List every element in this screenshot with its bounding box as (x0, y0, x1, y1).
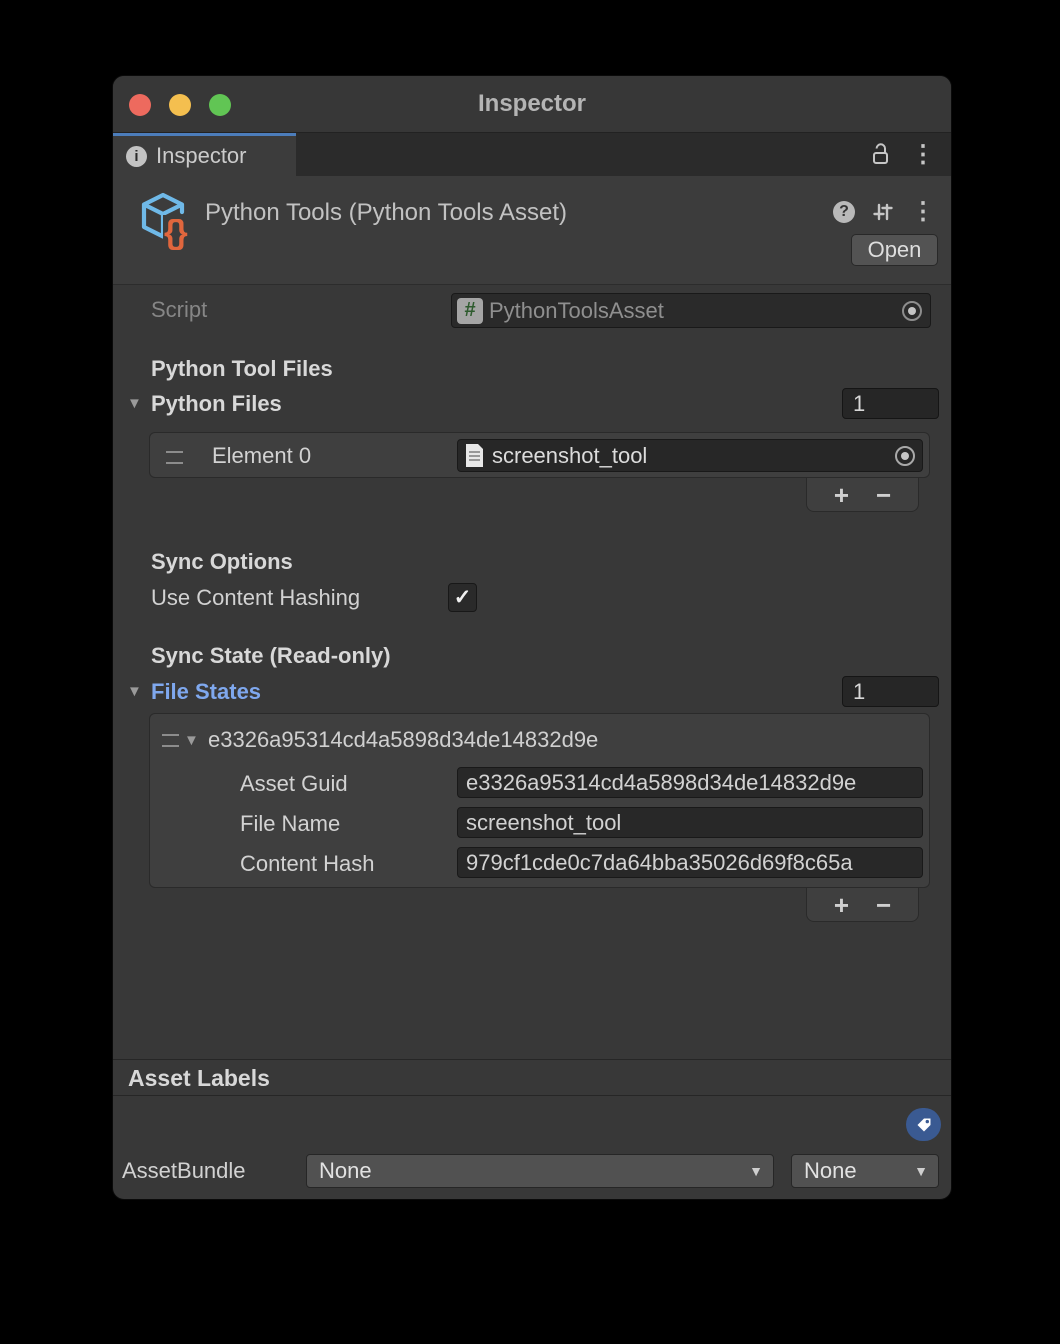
assetbundle-variant-dropdown[interactable]: None ▼ (791, 1154, 939, 1188)
file-state-entry-header[interactable]: e3326a95314cd4a5898d34de14832d9e (208, 727, 598, 753)
file-states-count-field[interactable]: 1 (842, 676, 939, 707)
content-hash-field[interactable]: 979cf1cde0c7da64bba35026d69f8c65a (457, 847, 923, 878)
python-files-count-field[interactable]: 1 (842, 388, 939, 419)
window-title: Inspector (113, 76, 951, 132)
element-0-object-field[interactable]: screenshot_tool (457, 439, 923, 472)
component-header: {} Python Tools (Python Tools Asset) ? ⋮… (113, 176, 951, 285)
python-files-list: Element 0 screenshot_tool (149, 432, 930, 478)
assetbundle-dropdown[interactable]: None ▼ (306, 1154, 774, 1188)
drag-handle-icon[interactable] (162, 734, 179, 747)
script-object-field: # PythonToolsAsset (451, 293, 931, 328)
open-button[interactable]: Open (851, 234, 938, 266)
object-picker-icon[interactable] (895, 446, 915, 466)
element-0-value: screenshot_tool (492, 443, 895, 469)
element-0-label: Element 0 (212, 443, 311, 469)
unlock-icon[interactable] (871, 142, 891, 167)
file-name-field[interactable]: screenshot_tool (457, 807, 923, 838)
component-menu-icon[interactable]: ⋮ (911, 200, 935, 224)
asset-guid-label: Asset Guid (240, 771, 348, 797)
assetbundle-variant-value: None (804, 1158, 857, 1184)
add-element-button[interactable]: + (834, 482, 849, 508)
asset-guid-field[interactable]: e3326a95314cd4a5898d34de14832d9e (457, 767, 923, 798)
python-files-label[interactable]: Python Files (151, 391, 282, 417)
use-content-hashing-label: Use Content Hashing (151, 585, 360, 611)
drag-handle-icon[interactable] (166, 451, 183, 464)
presets-icon[interactable] (872, 201, 894, 223)
file-states-list-footer: + − (806, 888, 919, 922)
assetbundle-label: AssetBundle (122, 1158, 246, 1184)
tab-menu-icon[interactable]: ⋮ (911, 143, 935, 167)
scriptable-object-icon: {} (133, 189, 193, 249)
python-files-list-footer: + − (806, 478, 919, 512)
info-icon: i (126, 146, 147, 167)
script-label: Script (151, 297, 207, 323)
sync-state-header: Sync State (Read-only) (151, 643, 391, 669)
braces-icon: {} (163, 215, 187, 248)
asset-labels-header: Asset Labels (128, 1065, 270, 1092)
csharp-script-icon: # (457, 298, 483, 324)
tab-bar: i Inspector ⋮ (113, 133, 951, 176)
remove-element-button[interactable]: − (876, 482, 891, 508)
component-title: Python Tools (Python Tools Asset) (205, 199, 567, 227)
divider (113, 1059, 951, 1060)
file-states-list: ▼ e3326a95314cd4a5898d34de14832d9e Asset… (149, 713, 930, 888)
add-file-state-button[interactable]: + (834, 892, 849, 918)
use-content-hashing-checkbox[interactable]: ✓ (448, 583, 477, 612)
file-states-label[interactable]: File States (151, 679, 261, 705)
tag-icon (915, 1116, 933, 1134)
remove-file-state-button[interactable]: − (876, 892, 891, 918)
inspector-window: Inspector i Inspector ⋮ {} Python Tools … (112, 75, 952, 1200)
text-asset-icon (464, 443, 485, 468)
script-field-value: PythonToolsAsset (489, 298, 902, 324)
python-files-foldout-icon[interactable]: ▼ (127, 395, 142, 412)
content-hash-label: Content Hash (240, 851, 375, 877)
divider (113, 1095, 951, 1096)
assetbundle-value: None (319, 1158, 372, 1184)
chevron-down-icon: ▼ (914, 1163, 928, 1179)
titlebar: Inspector (113, 76, 951, 133)
add-label-button[interactable] (906, 1108, 941, 1141)
sync-options-header: Sync Options (151, 549, 293, 575)
chevron-down-icon: ▼ (749, 1163, 763, 1179)
file-states-foldout-icon[interactable]: ▼ (127, 683, 142, 700)
file-name-label: File Name (240, 811, 340, 837)
object-picker-icon[interactable] (902, 301, 922, 321)
entry-foldout-icon[interactable]: ▼ (184, 732, 199, 749)
tab-inspector[interactable]: i Inspector (113, 133, 296, 176)
help-icon[interactable]: ? (833, 201, 855, 223)
tab-label: Inspector (156, 143, 247, 169)
python-tool-files-header: Python Tool Files (151, 356, 333, 382)
